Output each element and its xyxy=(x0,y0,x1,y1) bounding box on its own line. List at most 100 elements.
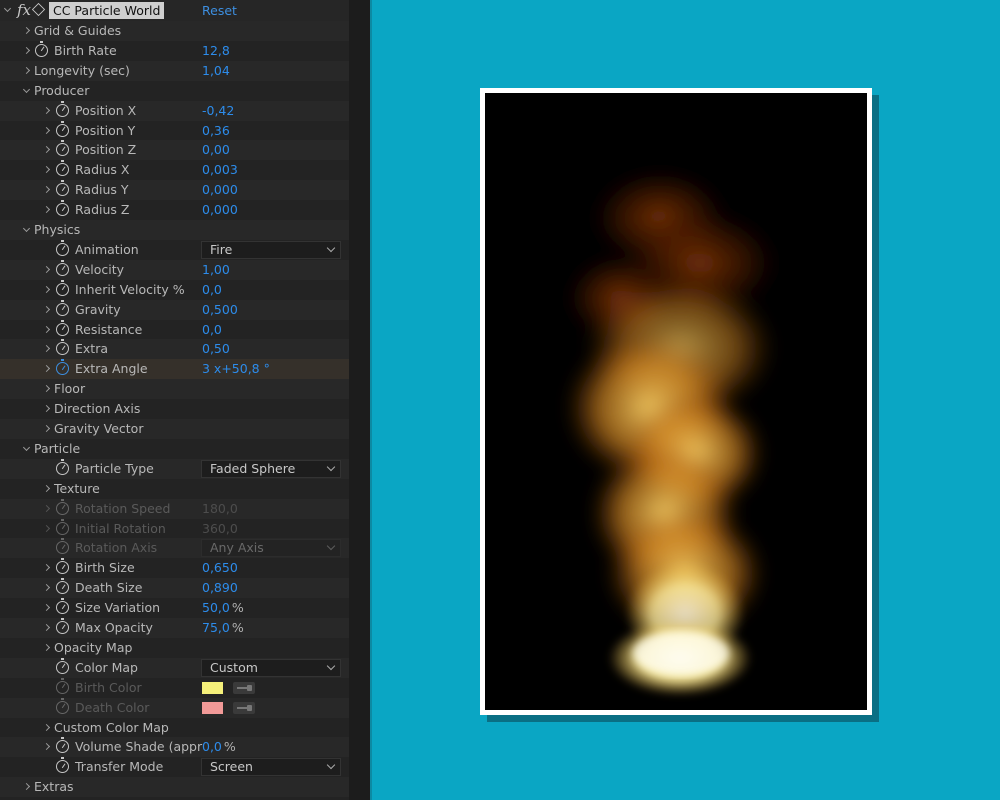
property-row-resistance[interactable]: Resistance 0,0 xyxy=(0,319,349,340)
stopwatch-icon[interactable] xyxy=(56,100,69,117)
property-row-radius-x[interactable]: Radius X 0,003 xyxy=(0,160,349,180)
chevron-right-icon[interactable] xyxy=(43,578,53,598)
chevron-right-icon[interactable] xyxy=(43,618,53,638)
property-row-gravity[interactable]: Gravity 0,500 xyxy=(0,299,349,320)
property-row-position-y[interactable]: Position Y 0,36 xyxy=(0,120,349,141)
property-value-resistance[interactable]: 0,0 xyxy=(202,320,222,340)
property-row-opacity-map[interactable]: Opacity Map xyxy=(0,638,349,658)
chevron-right-icon[interactable] xyxy=(43,300,53,320)
chevron-right-icon[interactable] xyxy=(43,519,53,539)
particle-type-dropdown[interactable]: Faded Sphere xyxy=(201,459,341,478)
property-value-radius-x[interactable]: 0,003 xyxy=(202,160,238,180)
chevron-down-icon[interactable] xyxy=(23,220,33,240)
property-value-extra[interactable]: 0,50 xyxy=(202,339,230,359)
stopwatch-icon[interactable] xyxy=(56,458,69,475)
property-row-physics[interactable]: Physics xyxy=(0,220,349,240)
property-value-longevity-sec[interactable]: 1,04 xyxy=(202,61,230,81)
chevron-down-icon[interactable] xyxy=(23,81,33,101)
property-value-birth-rate[interactable]: 12,8 xyxy=(202,41,230,61)
chevron-down-icon[interactable] xyxy=(4,0,14,20)
property-row-extra[interactable]: Extra 0,50 xyxy=(0,339,349,360)
chevron-right-icon[interactable] xyxy=(23,777,33,797)
property-row-death-size[interactable]: Death Size 0,890 xyxy=(0,578,349,599)
stopwatch-icon[interactable] xyxy=(56,259,69,276)
stopwatch-icon[interactable] xyxy=(56,120,69,137)
property-row-size-variation[interactable]: Size Variation 50,0% xyxy=(0,598,349,618)
chevron-right-icon[interactable] xyxy=(43,638,53,658)
property-row-position-z[interactable]: Position Z 0,00 xyxy=(0,140,349,161)
property-row-particle[interactable]: Particle xyxy=(0,439,349,459)
property-value-birth-size[interactable]: 0,650 xyxy=(202,558,238,578)
chevron-right-icon[interactable] xyxy=(23,41,33,61)
property-row-grid-guides[interactable]: Grid & Guides xyxy=(0,21,349,41)
property-row-transfer-mode[interactable]: Transfer Mode Screen xyxy=(0,757,349,777)
stopwatch-icon[interactable] xyxy=(56,339,69,356)
chevron-down-icon[interactable] xyxy=(23,439,33,459)
chevron-right-icon[interactable] xyxy=(43,101,53,121)
property-row-volume-shade-appr[interactable]: Volume Shade (appr 0,0% xyxy=(0,737,349,758)
property-row-extra-angle[interactable]: Extra Angle 3 x+50,8 ° xyxy=(0,359,349,380)
chevron-right-icon[interactable] xyxy=(43,598,53,618)
property-value-inherit-velocity[interactable]: 0,0 xyxy=(202,280,222,300)
stopwatch-icon[interactable] xyxy=(56,598,69,615)
stopwatch-icon[interactable] xyxy=(56,757,69,774)
stopwatch-icon[interactable] xyxy=(35,40,48,57)
stopwatch-icon[interactable] xyxy=(56,657,69,674)
property-value-position-x[interactable]: -0,42 xyxy=(202,101,234,121)
property-row-birth-rate[interactable]: Birth Rate 12,8 xyxy=(0,40,349,61)
chevron-right-icon[interactable] xyxy=(43,737,53,757)
stopwatch-icon[interactable] xyxy=(56,558,69,575)
chevron-right-icon[interactable] xyxy=(43,419,53,439)
property-value-death-size[interactable]: 0,890 xyxy=(202,578,238,598)
stopwatch-icon[interactable] xyxy=(56,160,69,177)
chevron-right-icon[interactable] xyxy=(43,479,53,499)
property-row-longevity-sec[interactable]: Longevity (sec) 1,04 xyxy=(0,60,349,81)
property-row-max-opacity[interactable]: Max Opacity 75,0% xyxy=(0,618,349,638)
chevron-right-icon[interactable] xyxy=(43,200,53,220)
property-value-radius-z[interactable]: 0,000 xyxy=(202,200,238,220)
stopwatch-icon[interactable] xyxy=(56,299,69,316)
chevron-right-icon[interactable] xyxy=(43,339,53,359)
property-value-size-variation[interactable]: 50,0% xyxy=(202,598,244,618)
chevron-right-icon[interactable] xyxy=(43,379,53,399)
chevron-right-icon[interactable] xyxy=(43,140,53,160)
property-row-producer[interactable]: Producer xyxy=(0,81,349,101)
property-row-custom-color-map[interactable]: Custom Color Map xyxy=(0,718,349,738)
property-row-extras[interactable]: Extras xyxy=(0,777,349,798)
property-value-gravity[interactable]: 0,500 xyxy=(202,300,238,320)
effect-name[interactable]: CC Particle World xyxy=(49,2,165,19)
chevron-right-icon[interactable] xyxy=(43,320,53,340)
property-row-floor[interactable]: Floor xyxy=(0,379,349,400)
property-value-max-opacity[interactable]: 75,0% xyxy=(202,618,244,638)
stopwatch-icon[interactable] xyxy=(56,180,69,197)
stopwatch-icon[interactable] xyxy=(56,279,69,296)
chevron-right-icon[interactable] xyxy=(43,160,53,180)
property-row-color-map[interactable]: Color Map Custom xyxy=(0,657,349,678)
property-row-radius-z[interactable]: Radius Z 0,000 xyxy=(0,200,349,220)
reset-button[interactable]: Reset xyxy=(202,0,237,21)
property-row-particle-type[interactable]: Particle Type Faded Sphere xyxy=(0,458,349,479)
property-row-position-x[interactable]: Position X -0,42 xyxy=(0,100,349,121)
property-value-extra-angle[interactable]: 3 x+50,8 ° xyxy=(202,359,270,379)
property-row-velocity[interactable]: Velocity 1,00 xyxy=(0,259,349,280)
chevron-right-icon[interactable] xyxy=(43,280,53,300)
chevron-right-icon[interactable] xyxy=(43,260,53,280)
property-row-inherit-velocity[interactable]: Inherit Velocity % 0,0 xyxy=(0,279,349,300)
property-row-birth-size[interactable]: Birth Size 0,650 xyxy=(0,558,349,578)
property-row-animation[interactable]: Animation Fire xyxy=(0,239,349,260)
stopwatch-icon[interactable] xyxy=(56,618,69,634)
transfer-mode-dropdown[interactable]: Screen xyxy=(201,758,341,777)
chevron-right-icon[interactable] xyxy=(23,61,33,81)
property-value-radius-y[interactable]: 0,000 xyxy=(202,180,238,200)
birth-color-swatch[interactable] xyxy=(202,681,223,694)
stopwatch-icon[interactable] xyxy=(56,359,69,376)
property-value-position-z[interactable]: 0,00 xyxy=(202,140,230,160)
property-value-position-y[interactable]: 0,36 xyxy=(202,121,230,141)
composition-viewer[interactable] xyxy=(485,93,867,710)
fx-icon[interactable]: fx xyxy=(17,1,31,20)
property-row-gravity-vector[interactable]: Gravity Vector xyxy=(0,419,349,439)
eyedropper-icon[interactable] xyxy=(233,681,255,694)
chevron-right-icon[interactable] xyxy=(23,21,33,41)
stopwatch-icon[interactable] xyxy=(56,200,69,217)
stopwatch-icon[interactable] xyxy=(56,239,69,256)
